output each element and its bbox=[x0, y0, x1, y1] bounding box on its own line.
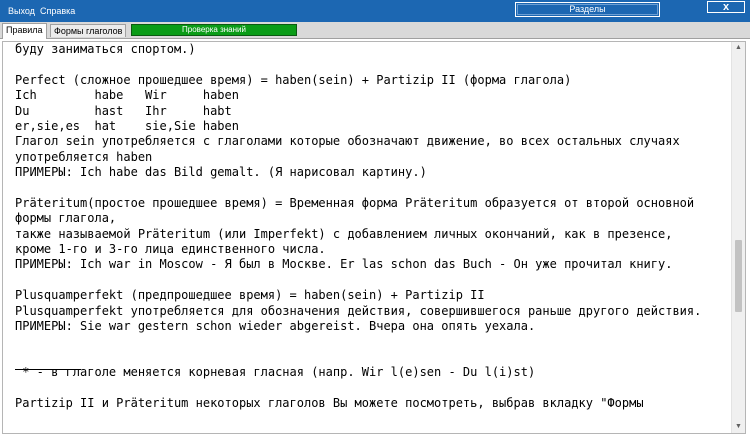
rules-text: буду заниматься спортом.) Perfect (сложно… bbox=[15, 42, 715, 411]
text-line: er,sie,es hat sie,Sie haben bbox=[15, 118, 239, 133]
text-line bbox=[15, 57, 715, 72]
text-line bbox=[15, 334, 715, 349]
menu-exit[interactable]: Выход bbox=[8, 5, 35, 17]
text-line bbox=[15, 273, 715, 288]
text-line: ПРИМЕРЫ: Sie war gestern schon wieder ab… bbox=[15, 319, 536, 334]
text-line: Ich habe Wir haben bbox=[15, 88, 239, 103]
scroll-thumb[interactable] bbox=[735, 240, 742, 312]
sections-button[interactable]: Разделы bbox=[515, 2, 660, 17]
text-line: Du hast Ihr habt bbox=[15, 103, 232, 118]
sections-button-label: Разделы bbox=[569, 4, 606, 14]
text-line: * - в глаголе меняется корневая гласная … bbox=[15, 365, 536, 380]
text-line: Глагол sein употребляется с глаголами ко… bbox=[15, 134, 680, 149]
text-line bbox=[15, 181, 715, 196]
text-line bbox=[15, 350, 715, 365]
title-bar: Выход Справка Разделы x bbox=[0, 0, 750, 22]
rules-text-area[interactable]: буду заниматься спортом.) Perfect (сложно… bbox=[2, 41, 746, 434]
text-line: Perfect (сложное прошедшее время) = habe… bbox=[15, 72, 572, 87]
text-line: также называемой Präteritum (или Imperfe… bbox=[15, 226, 673, 241]
text-line bbox=[15, 381, 715, 396]
tab-verb-forms[interactable]: Формы глаголов bbox=[50, 24, 127, 37]
text-line: формы глагола, bbox=[15, 211, 117, 226]
tab-bar: Правила Формы глаголов bbox=[0, 22, 750, 39]
check-knowledge-button[interactable]: Проверка знаний bbox=[131, 24, 297, 36]
scroll-down-icon[interactable]: ▼ bbox=[732, 421, 745, 433]
text-line: Plusquamperfekt употребляется для обозна… bbox=[15, 303, 702, 318]
close-icon: x bbox=[722, 1, 730, 13]
close-button[interactable]: x bbox=[707, 1, 745, 13]
text-line: ПРИМЕРЫ: Ich habe das Bild gemalt. (Я на… bbox=[15, 165, 427, 180]
text-line: буду заниматься спортом.) bbox=[15, 42, 196, 56]
scroll-up-icon[interactable]: ▲ bbox=[732, 42, 745, 54]
text-line: употребляется haben bbox=[15, 149, 153, 164]
text-line: кроме 1-го и 3-го лица единственного чис… bbox=[15, 242, 326, 257]
tab-rules[interactable]: Правила bbox=[2, 23, 47, 39]
text-line: Partizip II и Präteritum некоторых глаго… bbox=[15, 395, 644, 410]
text-line: ПРИМЕРЫ: Ich war in Moscow - Я был в Мос… bbox=[15, 257, 673, 272]
vertical-scrollbar[interactable]: ▲ ▼ bbox=[731, 42, 745, 433]
menu-help[interactable]: Справка bbox=[40, 5, 75, 17]
footnote-divider bbox=[15, 369, 81, 370]
text-line: Plusquamperfekt (предпрошедшее время) = … bbox=[15, 288, 485, 303]
text-line: Präteritum(простое прошедшее время) = Вр… bbox=[15, 195, 695, 210]
